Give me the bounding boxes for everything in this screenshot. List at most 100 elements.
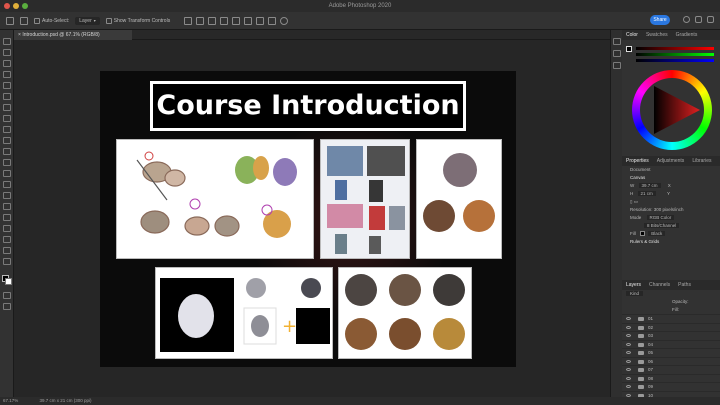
screen-mode-icon[interactable]	[3, 303, 11, 310]
healing-tool-icon[interactable]	[3, 115, 11, 122]
visibility-eye-icon[interactable]	[626, 385, 631, 388]
tab-layers[interactable]: Layers	[626, 280, 641, 290]
home-button[interactable]	[6, 16, 14, 25]
eraser-tool-icon[interactable]	[3, 159, 11, 166]
move-tool-icon[interactable]	[3, 38, 11, 45]
align-top-icon[interactable]	[220, 16, 229, 25]
color-wheel[interactable]	[632, 70, 712, 150]
move-tool-preset[interactable]	[20, 16, 28, 25]
dodge-tool-icon[interactable]	[3, 192, 11, 199]
app-title: Adobe Photoshop 2020	[328, 3, 392, 9]
eyedropper-tool-icon[interactable]	[3, 104, 11, 111]
layer-row[interactable]: 05	[622, 348, 720, 357]
crop-tool-icon[interactable]	[3, 82, 11, 89]
height-field[interactable]: 21 cm	[637, 191, 656, 196]
auto-select-dropdown[interactable]: Layer ▾	[75, 16, 100, 25]
align-bottom-icon[interactable]	[244, 16, 253, 25]
shape-tool-icon[interactable]	[3, 236, 11, 243]
align-right-icon[interactable]	[208, 16, 217, 25]
color-triangle[interactable]	[632, 70, 712, 150]
distribute-icon[interactable]	[256, 16, 265, 25]
layer-row[interactable]: 01	[622, 314, 720, 323]
tab-libraries[interactable]: Libraries	[692, 156, 711, 166]
stamp-tool-icon[interactable]	[3, 137, 11, 144]
zoom-tool-icon[interactable]	[3, 258, 11, 265]
canvas-area[interactable]: Course Introduction +	[14, 40, 610, 397]
play-icon[interactable]	[613, 38, 621, 45]
rulers-grids-heading[interactable]: Rulers & Grids	[622, 238, 720, 246]
search-icon[interactable]	[683, 16, 690, 23]
textured-spheres-image	[345, 274, 465, 350]
brush-tool-icon[interactable]	[3, 126, 11, 133]
foreground-swatch[interactable]	[626, 46, 632, 52]
layer-row[interactable]: 02	[622, 322, 720, 332]
quick-select-tool-icon[interactable]	[3, 71, 11, 78]
marquee-tool-icon[interactable]	[3, 49, 11, 56]
tab-properties[interactable]: Properties	[626, 156, 649, 166]
tab-color[interactable]: Color	[626, 30, 638, 40]
tab-adjustments[interactable]: Adjustments	[657, 156, 685, 166]
minimize-window-button[interactable]	[13, 3, 19, 9]
close-window-button[interactable]	[4, 3, 10, 9]
pen-tool-icon[interactable]	[3, 203, 11, 210]
export-icon[interactable]	[707, 16, 714, 23]
workspace-icon[interactable]	[695, 16, 702, 23]
orientation-buttons[interactable]: ▯ ▭	[622, 198, 720, 206]
color-sliders[interactable]	[636, 44, 714, 65]
visibility-eye-icon[interactable]	[626, 317, 631, 320]
layer-row[interactable]: 04	[622, 339, 720, 349]
fill-swatch[interactable]	[640, 231, 646, 237]
visibility-eye-icon[interactable]	[626, 368, 631, 371]
visibility-eye-icon[interactable]	[626, 359, 631, 363]
path-select-tool-icon[interactable]	[3, 225, 11, 232]
layer-row[interactable]: 08	[622, 373, 720, 383]
kind-filter-dropdown[interactable]: Kind	[626, 291, 644, 296]
frame-tool-icon[interactable]	[3, 93, 11, 100]
history-icon[interactable]	[613, 50, 621, 57]
align-left-icon[interactable]	[184, 16, 193, 25]
blur-tool-icon[interactable]	[3, 181, 11, 188]
layer-row[interactable]: 09	[622, 382, 720, 391]
visibility-eye-icon[interactable]	[626, 351, 631, 354]
layer-name: 07	[648, 367, 654, 372]
align-center-icon[interactable]	[196, 16, 205, 25]
more-options-icon[interactable]	[268, 16, 277, 25]
mouse-illustration-panel: +	[155, 267, 333, 359]
depth-dropdown[interactable]: 8 Bits/Channel	[644, 223, 680, 228]
document-canvas[interactable]: Course Introduction +	[100, 71, 516, 367]
tab-gradients[interactable]: Gradients	[676, 30, 698, 40]
visibility-eye-icon[interactable]	[626, 342, 631, 346]
transform-controls-checkbox[interactable]: Show Transform Controls	[105, 17, 170, 24]
canvas-heading[interactable]: Canvas	[622, 174, 720, 182]
color-panel: Color Swatches Gradients	[622, 30, 720, 156]
brush-settings-icon[interactable]	[613, 62, 621, 69]
share-button[interactable]: Share	[650, 15, 670, 25]
type-tool-icon[interactable]	[3, 214, 11, 221]
gradient-tool-icon[interactable]	[3, 170, 11, 177]
background-color-swatch[interactable]	[5, 278, 12, 285]
zoom-window-button[interactable]	[22, 3, 28, 9]
tab-channels[interactable]: Channels	[649, 280, 670, 290]
fill-dropdown[interactable]: Black	[648, 231, 666, 236]
close-tab-icon[interactable]: ×	[18, 32, 21, 38]
document-tab[interactable]: × Introduction.psd @ 67.1% (RGB/8)	[14, 30, 132, 40]
hand-tool-icon[interactable]	[3, 247, 11, 254]
layer-row[interactable]: 03	[622, 331, 720, 340]
layer-row[interactable]: 07	[622, 365, 720, 374]
gear-icon[interactable]	[280, 16, 289, 25]
quick-mask-icon[interactable]	[3, 292, 11, 299]
history-brush-tool-icon[interactable]	[3, 148, 11, 155]
lasso-tool-icon[interactable]	[3, 60, 11, 67]
tab-swatches[interactable]: Swatches	[646, 30, 668, 40]
align-buttons[interactable]	[184, 16, 289, 25]
width-field[interactable]: 39.7 cm	[638, 183, 661, 188]
visibility-eye-icon[interactable]	[626, 376, 631, 380]
mode-dropdown[interactable]: RGB Color	[646, 215, 675, 220]
auto-select-checkbox[interactable]: Auto-Select:	[34, 17, 69, 24]
visibility-eye-icon[interactable]	[626, 334, 631, 337]
visibility-eye-icon[interactable]	[626, 325, 631, 329]
zoom-level[interactable]: 67.17%	[3, 398, 18, 403]
layer-row[interactable]: 06	[622, 356, 720, 366]
tab-paths[interactable]: Paths	[678, 280, 691, 290]
align-middle-icon[interactable]	[232, 16, 241, 25]
